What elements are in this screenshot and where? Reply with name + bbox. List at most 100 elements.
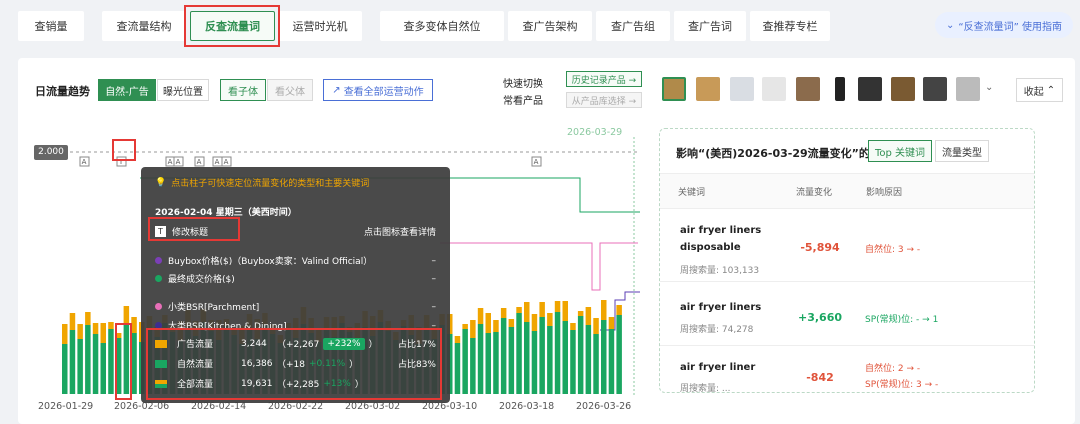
traffic-change: +3,660 — [797, 311, 842, 324]
ad-bar — [85, 312, 91, 325]
ad-bar — [100, 323, 106, 343]
traffic-change: -5,894 — [800, 241, 840, 254]
ad-bar — [524, 302, 530, 322]
ad-bar — [454, 336, 461, 343]
impact-reason-secondary: SP(常规)位: 3 → - — [865, 380, 939, 390]
ad-bar — [554, 301, 561, 312]
ad-bar — [500, 308, 507, 318]
tooltip-date: 2026-02-04 星期三（美西时间） — [155, 208, 297, 218]
natural-bar — [585, 325, 592, 394]
natural-bar — [493, 332, 499, 394]
impact-reason: 自然位: 3 → - — [865, 245, 921, 255]
ad-bar — [493, 320, 499, 332]
tooltip-total-traffic-row: 全部流量 19,631 （+2,285 +13% ） — [155, 377, 436, 390]
weekly-search-volume: 周搜索量: 103,133 — [680, 266, 760, 276]
ad-bar — [485, 313, 491, 333]
marker-label: A — [176, 158, 181, 166]
keyword-text[interactable]: air fryer liner — [680, 359, 755, 376]
weekly-search-volume: 周搜索量: ... — [680, 384, 731, 393]
ad-bar — [608, 317, 615, 329]
natural-bar — [77, 339, 83, 394]
natural-bar — [123, 324, 130, 394]
ad-bar — [62, 324, 68, 344]
ad-bar — [570, 323, 576, 330]
selected-date-flag: 2026-03-29 — [567, 127, 623, 138]
natural-bar — [539, 317, 545, 394]
natural-bar — [69, 330, 76, 394]
natural-bar — [92, 334, 99, 394]
divider — [660, 281, 1034, 282]
table-header — [660, 173, 1034, 209]
natural-bar — [554, 312, 561, 394]
ad-bar — [508, 319, 515, 327]
natural-bar — [115, 338, 122, 394]
impact-reason: 自然位: 2 → - — [865, 364, 921, 374]
ad-bar — [115, 333, 122, 338]
ad-bar — [577, 311, 584, 316]
keyword-text[interactable]: disposable — [680, 239, 741, 256]
traffic-type-button[interactable]: 流量类型 — [935, 140, 989, 162]
impact-reason: SP(常规)位: - → 1 — [865, 315, 939, 325]
natural-bar — [547, 326, 553, 394]
tooltip-ad-traffic-row: 广告流量 3,244 （+2,267 +232% ） 占比17% — [155, 337, 436, 350]
marker-label: A — [82, 158, 87, 166]
chart-tooltip: 💡 点击柱子可快速定位流量变化的类型和主要关键词 2026-02-04 星期三（美… — [141, 167, 450, 403]
keyword-text[interactable]: air fryer liners — [680, 222, 761, 239]
ad-bar — [77, 324, 83, 339]
click-icon-hint: 点击图标查看详情 — [363, 228, 436, 238]
ad-bar — [547, 313, 553, 326]
tooltip-final-price-row: 最终成交价格($) – — [155, 272, 436, 285]
natural-bar — [616, 315, 622, 394]
natural-bar — [85, 325, 91, 394]
marker-label: A — [197, 158, 202, 166]
ad-bar — [462, 324, 468, 329]
ad-bar — [531, 314, 538, 331]
y-value-marker: 2.000 — [34, 145, 68, 160]
edit-title-link[interactable]: 修改标题 — [172, 225, 208, 238]
natural-bar — [608, 329, 615, 394]
ad-bar — [92, 323, 99, 334]
natural-bar — [470, 338, 476, 394]
keyword-text[interactable]: air fryer liners — [680, 299, 761, 316]
ad-bar — [470, 320, 476, 338]
ad-bar — [477, 308, 484, 324]
weekly-search-volume: 周搜索量: 74,278 — [680, 325, 754, 335]
ad-bar — [585, 307, 592, 325]
edit-title-icon[interactable]: T — [155, 226, 166, 237]
natural-bar — [524, 322, 530, 394]
natural-bar — [131, 333, 137, 394]
natural-bar — [601, 320, 607, 394]
tooltip-natural-traffic-row: 自然流量 16,386 （+18 +0.11% ） 占比83% — [155, 357, 436, 370]
natural-bar — [477, 324, 484, 394]
ad-bar — [123, 306, 130, 324]
ad-bar — [516, 307, 522, 313]
col-change: 流量变化 — [796, 188, 833, 198]
natural-bar — [577, 316, 584, 394]
tooltip-edit-row: T 修改标题 点击图标查看详情 — [155, 225, 436, 238]
natural-bar — [485, 333, 491, 394]
natural-bar — [500, 318, 507, 394]
tooltip-hint: 💡 点击柱子可快速定位流量变化的类型和主要关键词 — [155, 177, 370, 190]
top-keywords-button[interactable]: Top 关键词 — [868, 140, 932, 162]
tooltip-big-bsr-row: 大类BSR[Kitchen & Dining] – — [155, 319, 436, 332]
ad-bar — [601, 300, 607, 320]
natural-bar — [593, 334, 599, 394]
ad-bar — [616, 305, 622, 315]
x-tick: 2026-03-26 — [576, 401, 632, 412]
divider — [660, 345, 1034, 346]
x-tick: 2026-01-29 — [38, 401, 94, 412]
keyword-impact-panel: 影响“(美西)2026-03-29流量变化”的 Top 关键词 流量类型 关键词… — [659, 128, 1035, 393]
natural-bar — [531, 331, 538, 394]
natural-bar — [516, 313, 522, 394]
col-keyword: 关键词 — [678, 188, 706, 198]
ad-bar — [539, 302, 545, 317]
natural-bar — [462, 329, 468, 394]
marker-label: T — [118, 158, 124, 166]
natural-bar — [508, 327, 515, 394]
x-tick: 2026-03-18 — [499, 401, 555, 412]
small-bsr-line — [440, 242, 638, 291]
tooltip-small-bsr-row: 小类BSR[Parchment] – — [155, 300, 436, 313]
natural-bar — [108, 329, 114, 394]
marker-label: A — [168, 158, 173, 166]
natural-bar — [62, 344, 68, 394]
